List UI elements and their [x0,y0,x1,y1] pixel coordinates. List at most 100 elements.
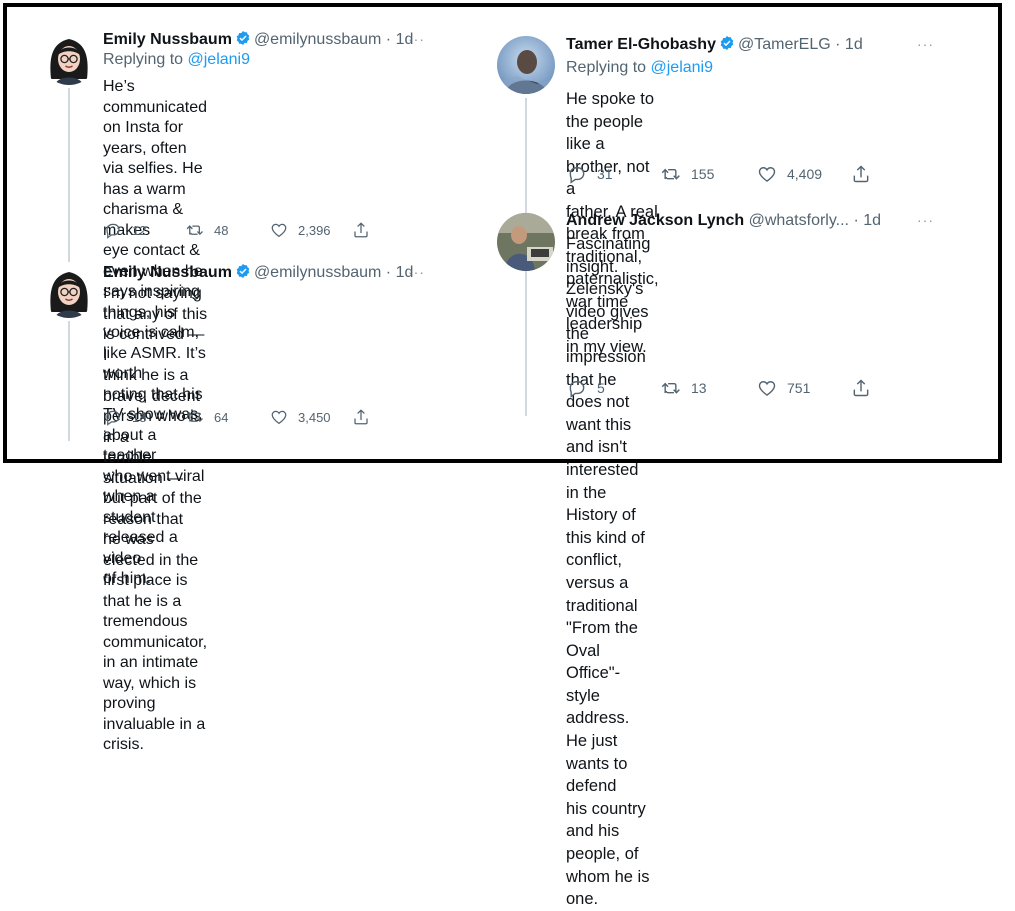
timestamp[interactable]: 1d [845,36,863,53]
tweet-line: I’m not saying that any of this is contr… [103,285,208,364]
handle[interactable]: @emilynussbaum [254,264,381,281]
like-button[interactable]: 2,396 [270,221,352,239]
tweet-line: He’s communicated on Insta for years, of… [103,78,208,157]
verified-badge-icon [235,30,251,46]
retweet-button[interactable]: 48 [186,221,270,239]
tweet-line: his country and his people, of whom he i… [566,799,650,909]
share-icon [851,378,871,398]
like-button[interactable]: 4,409 [757,164,851,184]
like-icon [757,164,777,184]
avatar[interactable] [497,36,555,94]
verified-badge-icon [235,263,251,279]
like-count: 751 [787,380,811,396]
tweet-header: Tamer El-Ghobashy @TamerELG · 1d [566,35,863,55]
retweet-count: 48 [214,222,229,238]
reply-button[interactable]: 31 [567,164,661,184]
retweet-button[interactable]: 64 [186,408,270,426]
like-button[interactable]: 3,450 [270,408,352,426]
share-button[interactable] [851,378,871,398]
tweet-actions: 5 13 751 [567,378,871,398]
reply-count: 12 [132,222,147,238]
verified-badge-icon [719,35,735,51]
retweet-icon [186,221,204,239]
more-options-icon[interactable]: ··· [408,264,425,280]
display-name[interactable]: Emily Nussbaum [103,264,232,281]
avatar[interactable] [497,213,555,271]
like-button[interactable]: 751 [757,378,851,398]
tweet-text: Fascinating insight. Zelensky's video gi… [566,233,650,911]
timestamp[interactable]: 1d [863,212,881,229]
thread-line [68,321,70,441]
tweet-header: Andrew Jackson Lynch @whatsforly... · 1d [566,211,881,231]
tweet-line: Office"-style address. He just wants to … [566,664,630,796]
reply-icon [104,408,122,426]
tweet-actions: 12 48 2,396 [104,221,370,239]
replying-to: Replying to @jelani9 [103,51,250,69]
reply-icon [104,221,122,239]
tweet-text: I’m not saying that any of this is contr… [103,284,207,756]
separator-dot: · [853,212,859,229]
retweet-count: 64 [214,409,229,425]
tweet-line: he was elected in the first place is tha… [103,531,199,610]
tweet-line: way, which is proving invaluable in a cr… [103,674,206,754]
reply-count: 31 [597,166,613,182]
retweet-icon [661,378,681,398]
display-name[interactable]: Andrew Jackson Lynch [566,212,744,229]
share-button[interactable] [352,408,370,426]
share-button[interactable] [851,164,871,184]
like-count: 2,396 [298,222,331,238]
more-options-icon[interactable]: ··· [408,31,425,47]
separator-dot: · [385,31,392,48]
tweet-actions: 18 64 3,450 [104,408,370,426]
reply-button[interactable]: 18 [104,408,186,426]
separator-dot: · [385,264,392,281]
tweet-line: terrible situation — but part of the rea… [103,449,202,528]
more-options-icon[interactable]: ··· [917,212,934,228]
display-name[interactable]: Emily Nussbaum [103,31,232,48]
like-count: 4,409 [787,166,823,182]
display-name[interactable]: Tamer El-Ghobashy [566,36,716,53]
like-icon [270,221,288,239]
retweet-count: 13 [691,380,707,396]
reply-count: 5 [597,380,605,396]
replying-to: Replying to @jelani9 [566,59,713,77]
avatar[interactable] [41,262,97,318]
reply-count: 18 [132,409,147,425]
retweet-icon [661,164,681,184]
retweet-icon [186,408,204,426]
share-icon [851,164,871,184]
tweet-line: conflict, versus a traditional "From the… [566,551,638,660]
reply-button[interactable]: 12 [104,221,186,239]
reply-icon [567,164,587,184]
tweet-line: tremendous communicator, in an intimate [103,613,208,671]
handle[interactable]: @whatsforly... [749,212,849,229]
retweet-count: 155 [691,166,715,182]
share-icon [352,221,370,239]
tweet-line: impression that he does not want this an… [566,347,646,457]
reply-icon [567,378,587,398]
mention-link[interactable]: @jelani9 [651,59,714,76]
tweet-line: Fascinating insight. Zelensky's video gi… [566,235,651,344]
reply-button[interactable]: 5 [567,378,661,398]
retweet-button[interactable]: 13 [661,378,757,398]
separator-dot: · [835,36,841,53]
tweet-line: think he is a brave, decent person who i… [103,367,202,446]
like-icon [270,408,288,426]
handle[interactable]: @emilynussbaum [254,31,381,48]
retweet-button[interactable]: 155 [661,164,757,184]
replying-to-label: Replying to [103,51,188,68]
more-options-icon[interactable]: ··· [917,36,934,52]
thread-line [68,88,70,263]
tweet-actions: 31 155 4,409 [567,164,871,184]
tweet-header: Emily Nussbaum @emilynussbaum · 1d [103,30,413,50]
share-button[interactable] [352,221,370,239]
mention-link[interactable]: @jelani9 [188,51,251,68]
handle[interactable]: @TamerELG [738,36,831,53]
like-icon [757,378,777,398]
replying-to-label: Replying to [566,59,651,76]
tweet-line: interested in the History of this kind o… [566,460,645,547]
share-icon [352,408,370,426]
like-count: 3,450 [298,409,331,425]
tweet-header: Emily Nussbaum @emilynussbaum · 1d [103,263,413,283]
avatar[interactable] [41,29,97,85]
